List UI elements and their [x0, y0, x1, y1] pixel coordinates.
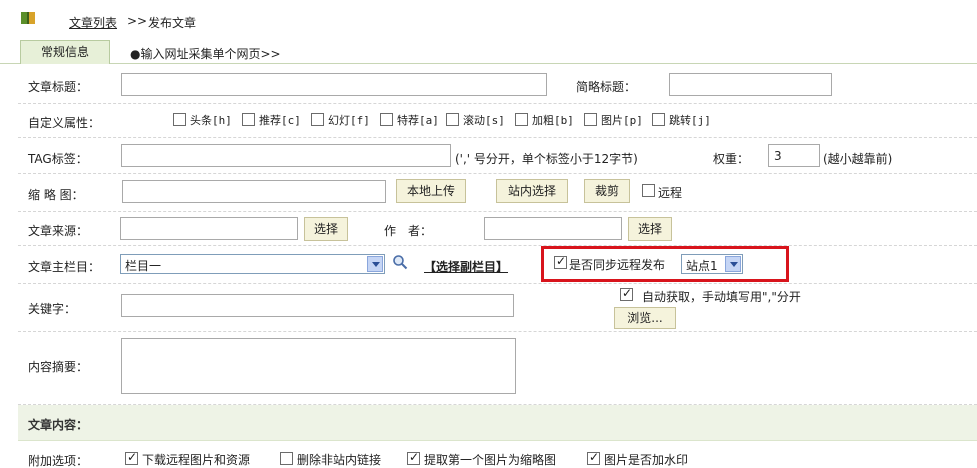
crop-button[interactable]: 裁剪	[584, 179, 630, 203]
tag-input[interactable]	[121, 144, 451, 167]
tab-general-info[interactable]: 常规信息	[20, 40, 110, 64]
sync-highlight-box	[541, 246, 789, 282]
attribute-label: 跳转[j]	[669, 114, 711, 127]
author-label: 作 者：	[384, 224, 433, 238]
tag-label: TAG标签：	[28, 152, 88, 166]
sub-column-link[interactable]: 【选择副栏目】	[424, 258, 508, 275]
summary-label: 内容摘要：	[28, 360, 89, 374]
extra-option-checkbox[interactable]	[407, 450, 420, 465]
short-title-input[interactable]	[669, 73, 832, 96]
extra-option-label: 下载远程图片和资源	[142, 453, 251, 467]
attribute-checkbox[interactable]	[380, 113, 393, 126]
row-title: 文章标题： 简略标题：	[18, 64, 977, 104]
attribute-checkbox[interactable]	[173, 113, 186, 126]
attribute-label: 加粗[b]	[532, 114, 574, 127]
extra-option-checkbox[interactable]	[125, 450, 138, 465]
keywords-input[interactable]	[121, 294, 514, 317]
extra-option-checkbox[interactable]	[587, 450, 600, 465]
extra-option-checkbox[interactable]	[280, 452, 293, 465]
short-title-label: 简略标题：	[576, 80, 637, 94]
author-input[interactable]	[484, 217, 622, 240]
breadcrumb-separator: >>	[127, 14, 148, 28]
auto-get-checkbox[interactable]	[620, 286, 633, 301]
title-label: 文章标题：	[28, 80, 89, 94]
row-tag: TAG标签： (',' 号分开，单个标签小于12字节) 权重： 3 (越小越靠前…	[18, 138, 977, 174]
breadcrumb-current: 发布文章	[148, 16, 197, 30]
tag-hint: (',' 号分开，单个标签小于12字节)	[455, 152, 638, 166]
weight-input[interactable]: 3	[768, 144, 820, 167]
attribute-checkbox[interactable]	[515, 113, 528, 126]
column-select-value: 栏目一	[125, 259, 162, 273]
summary-textarea[interactable]	[121, 338, 516, 394]
chevron-down-icon[interactable]	[367, 256, 383, 272]
attribute-label: 特荐[a]	[397, 114, 439, 127]
site-select-button[interactable]: 站内选择	[496, 179, 568, 203]
extra-label: 附加选项：	[28, 454, 89, 468]
column-select[interactable]: 栏目一	[120, 254, 385, 274]
browse-button[interactable]: 浏览...	[614, 307, 676, 329]
search-icon[interactable]	[392, 254, 408, 270]
weight-hint: (越小越靠前)	[823, 152, 893, 166]
keywords-label: 关键字：	[28, 302, 77, 316]
row-custom-attributes: 自定义属性： 头条[h] 推荐[c] 幻灯[f] 特荐[a] 滚动[s] 加粗[b] 图片[…	[18, 104, 977, 138]
attribute-label: 头条[h]	[190, 114, 232, 127]
weight-value: 3	[774, 149, 782, 163]
extra-option-label: 图片是否加水印	[604, 453, 689, 467]
article-list-link[interactable]: 文章列表	[69, 14, 117, 31]
thumb-label: 缩 略 图：	[28, 188, 84, 202]
extra-option-label: 删除非站内链接	[297, 453, 382, 467]
row-main-column: 文章主栏目： 栏目一 【选择副栏目】 是否同步远程发布 站点1	[18, 246, 977, 284]
column-label: 文章主栏目：	[28, 260, 101, 274]
content-section-title: 文章内容：	[28, 418, 89, 432]
source-input[interactable]	[120, 217, 298, 240]
auto-get-label: 自动获取，手动填写用","分开	[642, 290, 801, 304]
row-summary: 内容摘要：	[18, 332, 977, 405]
row-source-author: 文章来源： 选择 作 者： 选择	[18, 212, 977, 246]
book-icon	[21, 12, 35, 24]
breadcrumb: 文章列表 >> 发布文章	[0, 0, 977, 36]
row-keywords: 关键字： 自动获取，手动填写用","分开 浏览...	[18, 284, 977, 332]
attribute-checkbox[interactable]	[311, 113, 324, 126]
attribute-checkbox[interactable]	[242, 113, 255, 126]
attribute-checkbox[interactable]	[652, 113, 665, 126]
title-input[interactable]	[121, 73, 547, 96]
attribute-checkbox[interactable]	[584, 113, 597, 126]
tab-collect-url[interactable]: ●输入网址采集单个网页>>	[130, 45, 281, 62]
attribute-label: 滚动[s]	[463, 114, 505, 127]
attribute-checkbox[interactable]	[446, 113, 459, 126]
weight-label: 权重：	[713, 152, 750, 166]
attribute-label: 图片[p]	[601, 114, 643, 127]
remote-label: 远程	[658, 186, 683, 200]
thumb-input[interactable]	[122, 180, 386, 203]
row-thumbnail: 缩 略 图： 本地上传 站内选择 裁剪 远程	[18, 174, 977, 212]
source-select-button[interactable]: 选择	[304, 217, 348, 241]
source-label: 文章来源：	[28, 224, 89, 238]
attribute-label: 推荐[c]	[259, 114, 301, 127]
custom-attr-label: 自定义属性：	[28, 116, 101, 130]
row-extra-options: 附加选项： 下载远程图片和资源 删除非站内链接 提取第一个图片为缩略图 图片是否加水印	[18, 441, 977, 468]
local-upload-button[interactable]: 本地上传	[396, 179, 466, 203]
tab-bar: 常规信息 ●输入网址采集单个网页>>	[0, 36, 977, 64]
content-section-header: 文章内容：	[18, 405, 977, 441]
remote-checkbox[interactable]	[642, 184, 655, 197]
attribute-label: 幻灯[f]	[328, 114, 370, 127]
extra-option-label: 提取第一个图片为缩略图	[424, 453, 557, 467]
author-select-button[interactable]: 选择	[628, 217, 672, 241]
